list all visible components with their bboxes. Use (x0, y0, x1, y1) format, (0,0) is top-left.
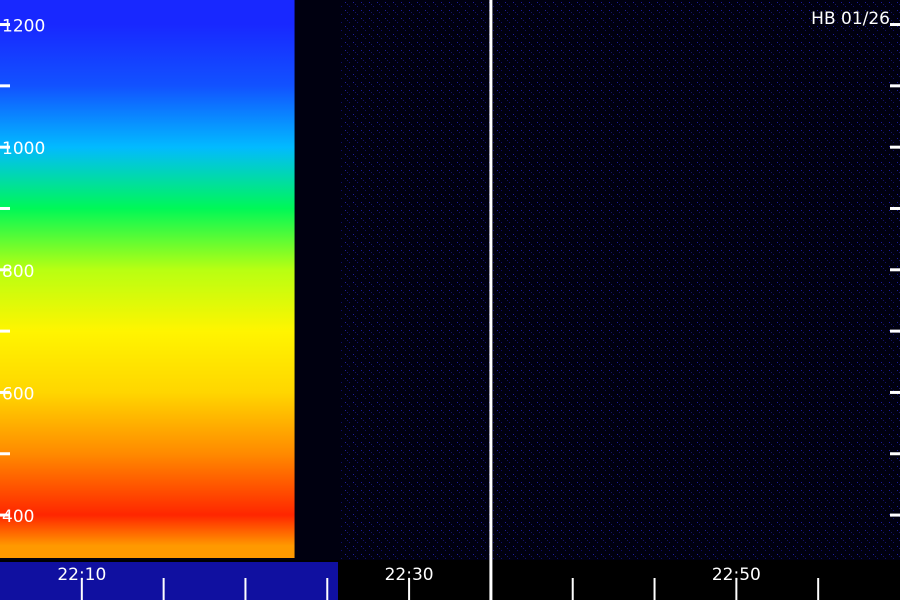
y-tick-label: 1000 (2, 139, 45, 159)
y-tick-label: 600 (2, 384, 34, 404)
x-tick-label: 22:30 (385, 565, 434, 585)
emission-band (0, 0, 295, 558)
y-tick-label: 400 (2, 507, 34, 527)
x-tick-label: 22:50 (712, 565, 761, 585)
y-tick-label: 800 (2, 262, 34, 282)
y-tick-label: 1200 (2, 17, 45, 37)
x-tick-label: 22:10 (57, 565, 106, 585)
spectrogram-chart: 400 600 800 1000 1200 22:10 22:30 22:50 HB 01/… (0, 0, 900, 600)
background-noise (340, 0, 900, 560)
station-label: HB 01/26 (811, 9, 890, 29)
bottom-band (0, 562, 338, 600)
